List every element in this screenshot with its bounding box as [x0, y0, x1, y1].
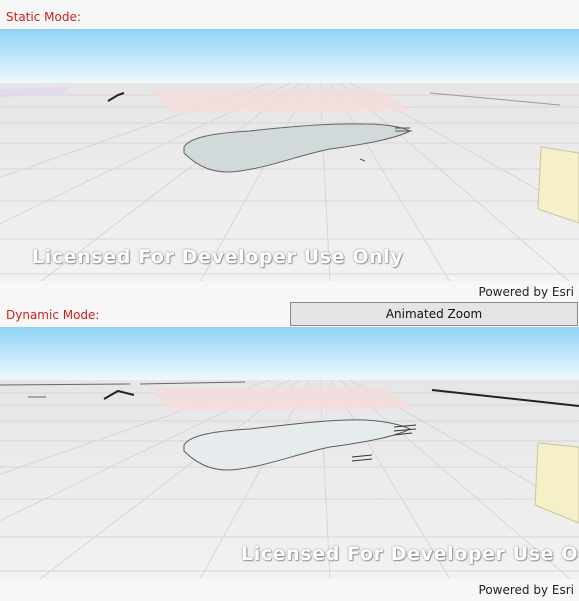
static-scene-view[interactable]: Licensed For Developer Use Only — [0, 29, 579, 282]
dynamic-powered-by: Powered by Esri — [478, 583, 574, 597]
dynamic-attribution-bar: Powered by Esri — [0, 579, 579, 601]
animated-zoom-button[interactable]: Animated Zoom — [290, 302, 578, 326]
static-powered-by: Powered by Esri — [478, 285, 574, 299]
dynamic-sky — [0, 327, 579, 380]
dynamic-pink-area — [150, 387, 415, 411]
dynamic-watermark: Licensed For Developer Use Only — [241, 543, 579, 565]
static-mode-label: Static Mode: — [6, 10, 81, 24]
dynamic-scene-view[interactable]: Licensed For Developer Use Only — [0, 327, 579, 579]
static-yellow-building — [537, 146, 579, 224]
static-attribution-bar: Powered by Esri — [0, 281, 579, 303]
static-sky — [0, 29, 579, 83]
dynamic-scene-graphics — [0, 327, 579, 579]
static-pink-area — [150, 89, 410, 113]
dynamic-mode-label: Dynamic Mode: — [6, 308, 100, 322]
static-panel-header: Static Mode: — [0, 0, 579, 28]
static-scene-graphics — [0, 29, 579, 282]
static-watermark: Licensed For Developer Use Only — [32, 246, 404, 268]
